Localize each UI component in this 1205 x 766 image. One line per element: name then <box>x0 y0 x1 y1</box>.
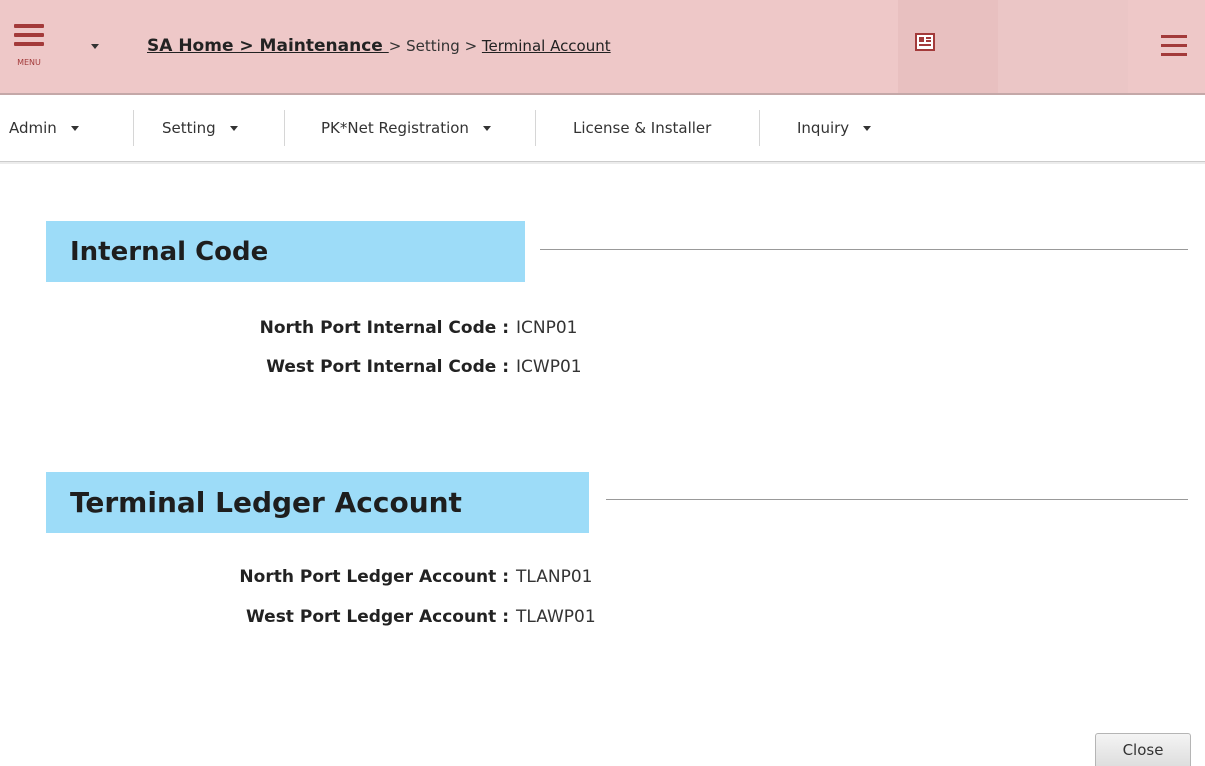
nav-item-label: Setting <box>162 119 216 137</box>
section-divider <box>606 499 1188 500</box>
menu-label: MENU <box>17 58 41 67</box>
field-value: ICWP01 <box>516 357 582 377</box>
nav-item-inquiry[interactable]: Inquiry <box>797 95 872 161</box>
field-value: ICNP01 <box>516 318 578 338</box>
field-label: North Port Internal Code : <box>259 318 509 338</box>
field-north-port-ledger-account: North Port Ledger Account : <box>0 567 509 591</box>
field-west-port-internal-code: West Port Internal Code : <box>0 357 509 381</box>
caret-down-icon <box>482 125 491 131</box>
caret-down-icon <box>229 125 238 131</box>
hamburger-icon[interactable] <box>1161 35 1187 57</box>
section-title-internal-code: Internal Code <box>46 221 525 282</box>
field-value: TLAWP01 <box>516 607 596 627</box>
nav-separator <box>535 110 536 146</box>
main-nav: Admin Setting PK*Net Registration Licens… <box>0 95 1205 162</box>
breadcrumb-separator: > <box>459 37 482 55</box>
menu-button[interactable]: MENU <box>12 24 46 68</box>
field-value: TLANP01 <box>516 567 593 587</box>
section-title-terminal-ledger-account: Terminal Ledger Account <box>46 472 589 533</box>
breadcrumb-home-link[interactable]: SA Home > Maintenance <box>147 36 389 56</box>
field-label: West Port Ledger Account : <box>246 607 509 627</box>
nav-item-label: License & Installer <box>573 119 712 137</box>
header-panel <box>898 0 998 93</box>
nav-item-label: PK*Net Registration <box>321 119 469 137</box>
nav-item-label: Admin <box>9 119 57 137</box>
top-header: MENU SA Home > Maintenance > Setting > T… <box>0 0 1205 95</box>
breadcrumb-separator: > <box>388 37 407 55</box>
field-west-port-ledger-account: West Port Ledger Account : <box>0 607 509 631</box>
nav-item-admin[interactable]: Admin <box>9 95 79 161</box>
caret-down-icon <box>863 125 872 131</box>
nav-separator <box>133 110 134 146</box>
section-divider <box>540 249 1188 250</box>
breadcrumb: SA Home > Maintenance > Setting > Termin… <box>147 36 611 56</box>
field-north-port-internal-code: North Port Internal Code : <box>0 318 509 342</box>
caret-down-icon[interactable] <box>91 44 99 49</box>
caret-down-icon <box>70 125 79 131</box>
header-panel <box>998 0 1128 93</box>
nav-separator <box>284 110 285 146</box>
nav-item-pknet-registration[interactable]: PK*Net Registration <box>321 95 491 161</box>
field-label: North Port Ledger Account : <box>239 567 509 587</box>
field-label: West Port Internal Code : <box>266 357 509 377</box>
breadcrumb-setting: Setting <box>406 37 460 55</box>
nav-item-setting[interactable]: Setting <box>162 95 238 161</box>
breadcrumb-current-link[interactable]: Terminal Account <box>482 37 611 55</box>
nav-separator <box>759 110 760 146</box>
nav-item-label: Inquiry <box>797 119 850 137</box>
newspaper-icon[interactable] <box>915 33 935 51</box>
nav-item-license-installer[interactable]: License & Installer <box>573 95 711 161</box>
close-button[interactable]: Close <box>1095 733 1191 766</box>
